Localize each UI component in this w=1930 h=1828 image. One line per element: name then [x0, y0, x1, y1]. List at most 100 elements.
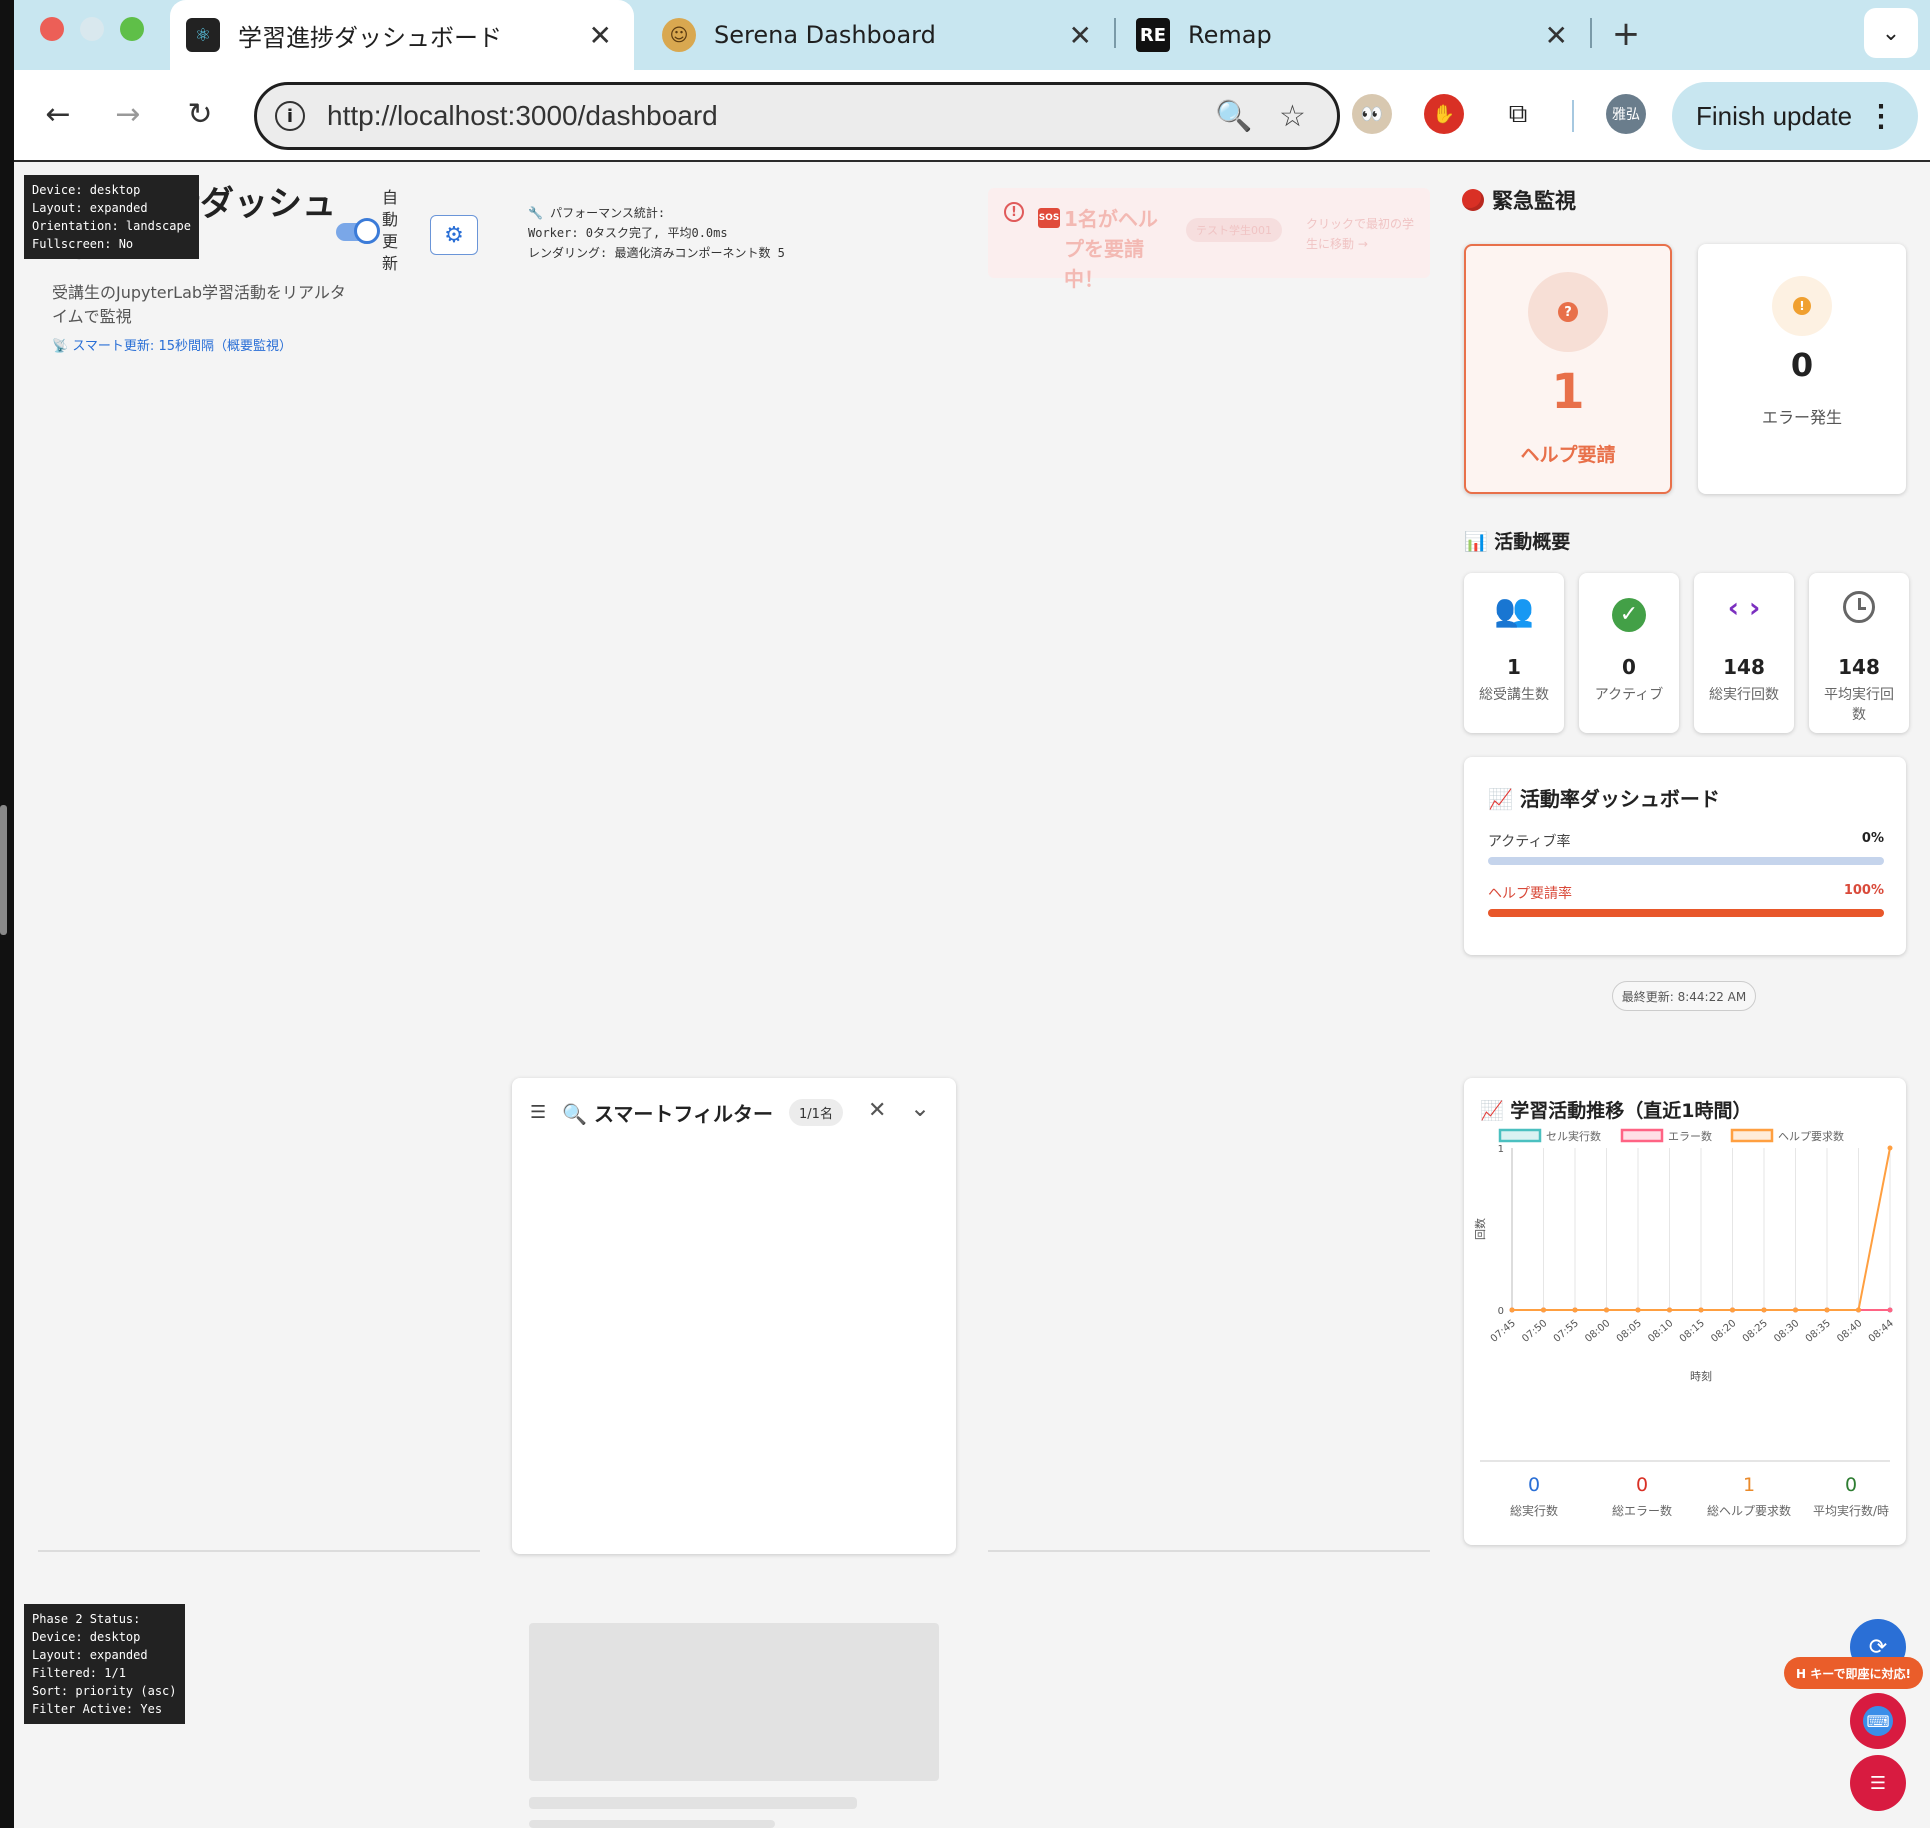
filter-count-badge: 1/1名 — [789, 1099, 843, 1126]
summary-value: 0 — [1635, 1474, 1649, 1496]
x-tick-label: 08:25 — [1741, 1318, 1770, 1345]
h-key-hint: H キーで即座に対応! — [1784, 1657, 1923, 1689]
help-rate-fill — [1488, 909, 1884, 917]
auto-update-label: 自動更新 — [382, 188, 399, 273]
debug-phase-status: Phase 2 Status: Device: desktop Layout: … — [24, 1604, 185, 1724]
tab-serena[interactable]: ☺ Serena Dashboard ✕ — [650, 0, 1114, 70]
summary-label: 総実行数 — [1509, 1504, 1558, 1518]
clock-icon — [1809, 591, 1909, 631]
code-icon: ‹ › — [1727, 591, 1761, 624]
scroll-indicator[interactable] — [0, 805, 7, 935]
keyboard-icon: ⌨ — [1863, 1706, 1893, 1736]
extension-stop-icon[interactable]: ✋ — [1424, 94, 1464, 134]
more-menu-icon[interactable]: ⋮ — [1866, 99, 1896, 134]
minimize-window-button[interactable] — [80, 17, 104, 41]
dashboard-page: 学習進捗ダッシュボード Device: desktop Layout: expa… — [14, 163, 1930, 1828]
bookmark-star-icon[interactable]: ☆ — [1279, 99, 1306, 134]
loading-skeleton-line — [529, 1797, 857, 1809]
rate-card-title: 📈 活動率ダッシュボード — [1488, 787, 1720, 811]
student-chip[interactable]: テスト学生001 — [1186, 218, 1282, 242]
legend-swatch — [1620, 1128, 1664, 1143]
tab-dashboard[interactable]: ⚛ 学習進捗ダッシュボード ✕ — [170, 0, 634, 70]
x-tick-label: 08:10 — [1646, 1318, 1675, 1345]
stat-value: 148 — [1723, 655, 1765, 679]
help-count: 1 — [1551, 364, 1585, 420]
filter-fab[interactable]: ☰ — [1850, 1755, 1906, 1811]
legend-swatch — [1498, 1128, 1542, 1143]
maximize-window-button[interactable] — [120, 17, 144, 41]
zoom-icon[interactable]: 🔍 — [1215, 99, 1252, 134]
chevron-down-icon[interactable]: ⌄ — [910, 1094, 930, 1122]
x-tick-label: 07:45 — [1489, 1318, 1518, 1345]
summary-item: 0 総実行数 — [1484, 1474, 1584, 1519]
x-tick-label: 07:55 — [1552, 1318, 1581, 1345]
y-tick-label: 1 — [1498, 1144, 1504, 1155]
chevron-down-icon: ⌄ — [1881, 20, 1901, 46]
x-axis-label: 時刻 — [1690, 1369, 1712, 1383]
active-rate-label: アクティブ率 — [1488, 834, 1571, 850]
error-card[interactable]: ! 0 エラー発生 — [1698, 244, 1906, 494]
help-icon-circle: ? — [1528, 272, 1608, 352]
close-window-button[interactable] — [40, 17, 64, 41]
forward-button[interactable]: → — [106, 92, 150, 136]
red-circle-icon — [1462, 189, 1484, 211]
close-tab-icon[interactable]: ✕ — [1545, 19, 1568, 52]
help-alert-banner[interactable]: ! SOS 1名がヘルプを要請中！ テスト学生001 クリックで最初の学生に移動… — [988, 188, 1430, 291]
gear-icon: ⚙ — [444, 222, 464, 248]
profile-avatar[interactable]: 雅弘 — [1606, 94, 1646, 134]
stat-value: 148 — [1838, 655, 1880, 679]
close-tab-icon[interactable]: ✕ — [589, 19, 612, 52]
finish-update-button[interactable]: Finish update ⋮ — [1672, 82, 1918, 150]
new-tab-button[interactable]: + — [1604, 12, 1648, 56]
stat-card-executions[interactable]: ‹ › 148 総実行回数 — [1694, 573, 1794, 733]
keyboard-fab[interactable]: ⌨ — [1850, 1693, 1906, 1749]
tab-search-button[interactable]: ⌄ — [1864, 8, 1918, 58]
data-point — [1856, 1307, 1861, 1313]
summary-value: 1 — [1742, 1474, 1756, 1496]
help-request-card[interactable]: ? 1 ヘルプ要請 — [1464, 244, 1672, 494]
divider — [1480, 1460, 1890, 1462]
page-subtitle: 受講生のJupyterLab学習活動をリアルタイムで監視 — [52, 283, 346, 326]
emergency-title: 緊急監視 — [1492, 189, 1576, 213]
data-point — [1698, 1307, 1704, 1313]
data-point — [1604, 1307, 1609, 1313]
loading-skeleton-line — [529, 1820, 775, 1828]
active-rate-bar — [1488, 857, 1884, 865]
site-info-icon[interactable]: i — [275, 101, 305, 131]
alert-hint: クリックで最初の学生に移動 → — [1306, 217, 1415, 251]
stat-card-students[interactable]: 👥 1 総受講生数 — [1464, 573, 1564, 733]
data-point — [1572, 1307, 1578, 1313]
performance-stats: 🔧 パフォーマンス統計: Worker: 0タスク完了, 平均0.0ms レンダ… — [528, 206, 785, 260]
clear-filter-icon[interactable]: ✕ — [868, 1098, 886, 1123]
stat-label: 総実行回数 — [1709, 687, 1779, 703]
filter-title: 🔍 スマートフィルター — [562, 1102, 774, 1126]
warning-icon: ! — [1793, 297, 1811, 315]
smart-update-info: 📡 スマート更新: 15秒間隔（概要監視） — [52, 339, 292, 354]
smart-filter-panel: ☰ 🔍 スマートフィルター 1/1名 ✕ ⌄ — [512, 1078, 956, 1554]
x-tick-label: 08:35 — [1804, 1318, 1833, 1345]
tab-separator — [1590, 18, 1592, 48]
settings-button[interactable]: ⚙ — [430, 215, 478, 255]
filter-header[interactable]: ☰ 🔍 スマートフィルター 1/1名 — [530, 1098, 843, 1127]
address-bar[interactable]: i http://localhost:3000/dashboard 🔍 ☆ — [254, 82, 1340, 150]
stat-label: 平均実行回数 — [1824, 687, 1894, 723]
activity-line-chart: セル実行数 エラー数 ヘルプ要求数01回数07:45 07:50 07:55 08:00 0… — [1474, 1128, 1896, 1383]
stat-card-average[interactable]: 148 平均実行回数 — [1809, 573, 1909, 733]
extension-eyes-icon[interactable]: 👀 — [1352, 94, 1392, 134]
auto-update-toggle[interactable] — [336, 218, 380, 244]
x-tick-label: 08:30 — [1772, 1318, 1801, 1345]
remap-icon: RE — [1136, 18, 1170, 52]
sos-icon: SOS — [1038, 208, 1060, 228]
extensions-puzzle-icon[interactable]: ⧉ — [1498, 94, 1538, 134]
url-text[interactable]: http://localhost:3000/dashboard — [327, 100, 718, 132]
tab-remap[interactable]: RE Remap ✕ — [1126, 0, 1590, 70]
data-point — [1509, 1307, 1515, 1313]
summary-item: 0 平均実行数/時 — [1798, 1474, 1904, 1519]
data-point — [1793, 1307, 1798, 1313]
filter-icon: ☰ — [1869, 1772, 1887, 1794]
back-button[interactable]: ← — [36, 92, 80, 136]
reload-button[interactable]: ↻ — [178, 92, 222, 136]
react-icon: ⚛ — [186, 18, 220, 52]
close-tab-icon[interactable]: ✕ — [1069, 19, 1092, 52]
stat-card-active[interactable]: ✓ 0 アクティブ — [1579, 573, 1679, 733]
